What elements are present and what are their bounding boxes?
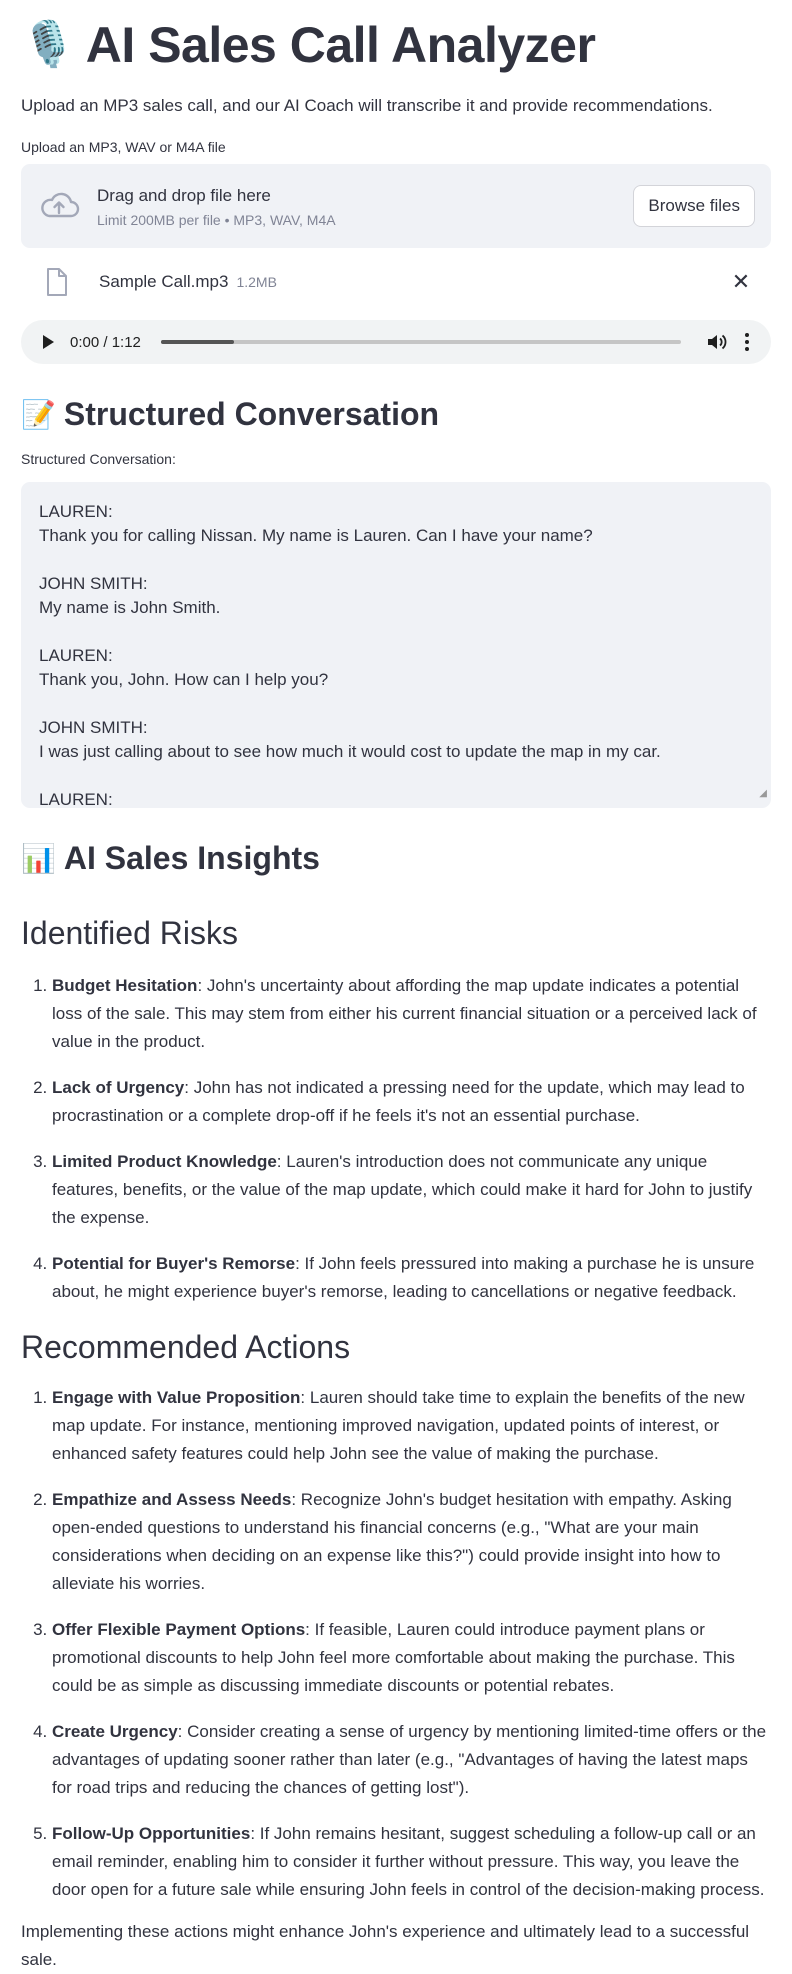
section-structured-conversation: 📝 Structured Conversation: [21, 388, 771, 440]
speaker-utterance: Thank you, John. How can I help you?: [39, 670, 329, 689]
item-title: Offer Flexible Payment Options: [52, 1620, 306, 1639]
audio-player: 0:00 / 1:12: [21, 320, 771, 364]
more-options-icon[interactable]: [745, 333, 749, 351]
identified-risks-heading: Identified Risks: [21, 915, 238, 951]
uploaded-file-row: Sample Call.mp3 1.2MB ✕: [21, 248, 771, 316]
list-item: Create Urgency: Consider creating a sens…: [52, 1718, 771, 1802]
item-title: Lack of Urgency: [52, 1078, 185, 1097]
memo-icon: 📝: [21, 398, 56, 430]
closing-text: Implementing these actions might enhance…: [21, 1922, 750, 1969]
audio-progress-bar[interactable]: [160, 340, 681, 344]
conversation-entry: LAUREN: Thank you, John. How can I help y…: [39, 644, 753, 692]
list-item: Empathize and Assess Needs: Recognize Jo…: [52, 1486, 771, 1598]
item-title: Create Urgency: [52, 1722, 178, 1741]
conversation-entry: LAUREN: Thank you for calling Nissan. My …: [39, 500, 753, 548]
file-icon: [47, 268, 67, 296]
cloud-upload-icon: [41, 192, 80, 218]
resize-handle-icon[interactable]: ◢: [759, 782, 767, 806]
browse-files-button[interactable]: Browse files: [633, 185, 755, 227]
list-item: Budget Hesitation: John's uncertainty ab…: [52, 972, 771, 1056]
conversation-entry: LAUREN:: [39, 788, 753, 808]
item-title: Empathize and Assess Needs: [52, 1490, 292, 1509]
volume-icon[interactable]: [707, 333, 727, 351]
conversation-entry: JOHN SMITH: My name is John Smith.: [39, 572, 753, 620]
file-dropzone[interactable]: Drag and drop file here Limit 200MB per …: [21, 164, 771, 248]
section-heading: AI Sales Insights: [63, 839, 320, 876]
speaker-name: LAUREN:: [39, 646, 113, 665]
item-title: Follow-Up Opportunities: [52, 1824, 251, 1843]
list-item: Potential for Buyer's Remorse: If John f…: [52, 1250, 771, 1306]
dropzone-limit: Limit 200MB per file • MP3, WAV, M4A: [97, 212, 336, 228]
item-title: Engage with Value Proposition: [52, 1388, 301, 1407]
audio-buffered-fill: [160, 340, 234, 344]
list-item: Limited Product Knowledge: Lauren's intr…: [52, 1148, 771, 1232]
item-title: Potential for Buyer's Remorse: [52, 1254, 296, 1273]
file-name: Sample Call.mp3: [99, 272, 229, 291]
recommended-actions-heading: Recommended Actions: [21, 1329, 351, 1365]
conversation-entry: JOHN SMITH: I was just calling about to s…: [39, 716, 753, 764]
speaker-utterance: Thank you for calling Nissan. My name is…: [39, 526, 593, 545]
item-title: Budget Hesitation: [52, 976, 198, 995]
speaker-name: JOHN SMITH:: [39, 574, 148, 593]
file-size: 1.2MB: [236, 274, 277, 290]
uploader-label: Upload an MP3, WAV or M4A file: [21, 139, 226, 155]
dropzone-instruction: Drag and drop file here: [97, 186, 271, 205]
dropzone-text: Drag and drop file here Limit 200MB per …: [97, 184, 633, 228]
section-ai-sales-insights: 📊 AI Sales Insights: [21, 832, 771, 884]
microphone-icon: 🎙️: [21, 20, 76, 69]
list-item: Offer Flexible Payment Options: If feasi…: [52, 1616, 771, 1700]
conversation-label: Structured Conversation:: [21, 451, 176, 467]
actions-list: Engage with Value Proposition: Lauren sh…: [21, 1384, 771, 1904]
list-item: Engage with Value Proposition: Lauren sh…: [52, 1384, 771, 1468]
list-item: Lack of Urgency: John has not indicated …: [52, 1074, 771, 1130]
bar-chart-icon: 📊: [21, 842, 56, 874]
page-title: AI Sales Call Analyzer: [85, 17, 596, 73]
speaker-name: LAUREN:: [39, 502, 113, 521]
audio-time: 0:00 / 1:12: [70, 333, 141, 351]
speaker-utterance: I was just calling about to see how much…: [39, 742, 661, 761]
risks-list: Budget Hesitation: John's uncertainty ab…: [21, 972, 771, 1306]
title-row: 🎙️ AI Sales Call Analyzer: [21, 0, 771, 90]
section-heading: Structured Conversation: [63, 395, 440, 432]
play-icon[interactable]: [43, 335, 54, 349]
app-main: 🎙️ AI Sales Call Analyzer Upload an MP3 …: [0, 0, 792, 1974]
speaker-name: JOHN SMITH:: [39, 718, 148, 737]
page-subtitle: Upload an MP3 sales call, and our AI Coa…: [21, 96, 713, 115]
close-icon[interactable]: ✕: [727, 269, 755, 295]
item-title: Limited Product Knowledge: [52, 1152, 277, 1171]
conversation-textarea[interactable]: LAUREN: Thank you for calling Nissan. My …: [21, 482, 771, 808]
speaker-name: LAUREN:: [39, 790, 113, 808]
list-item: Follow-Up Opportunities: If John remains…: [52, 1820, 771, 1904]
speaker-utterance: My name is John Smith.: [39, 598, 221, 617]
